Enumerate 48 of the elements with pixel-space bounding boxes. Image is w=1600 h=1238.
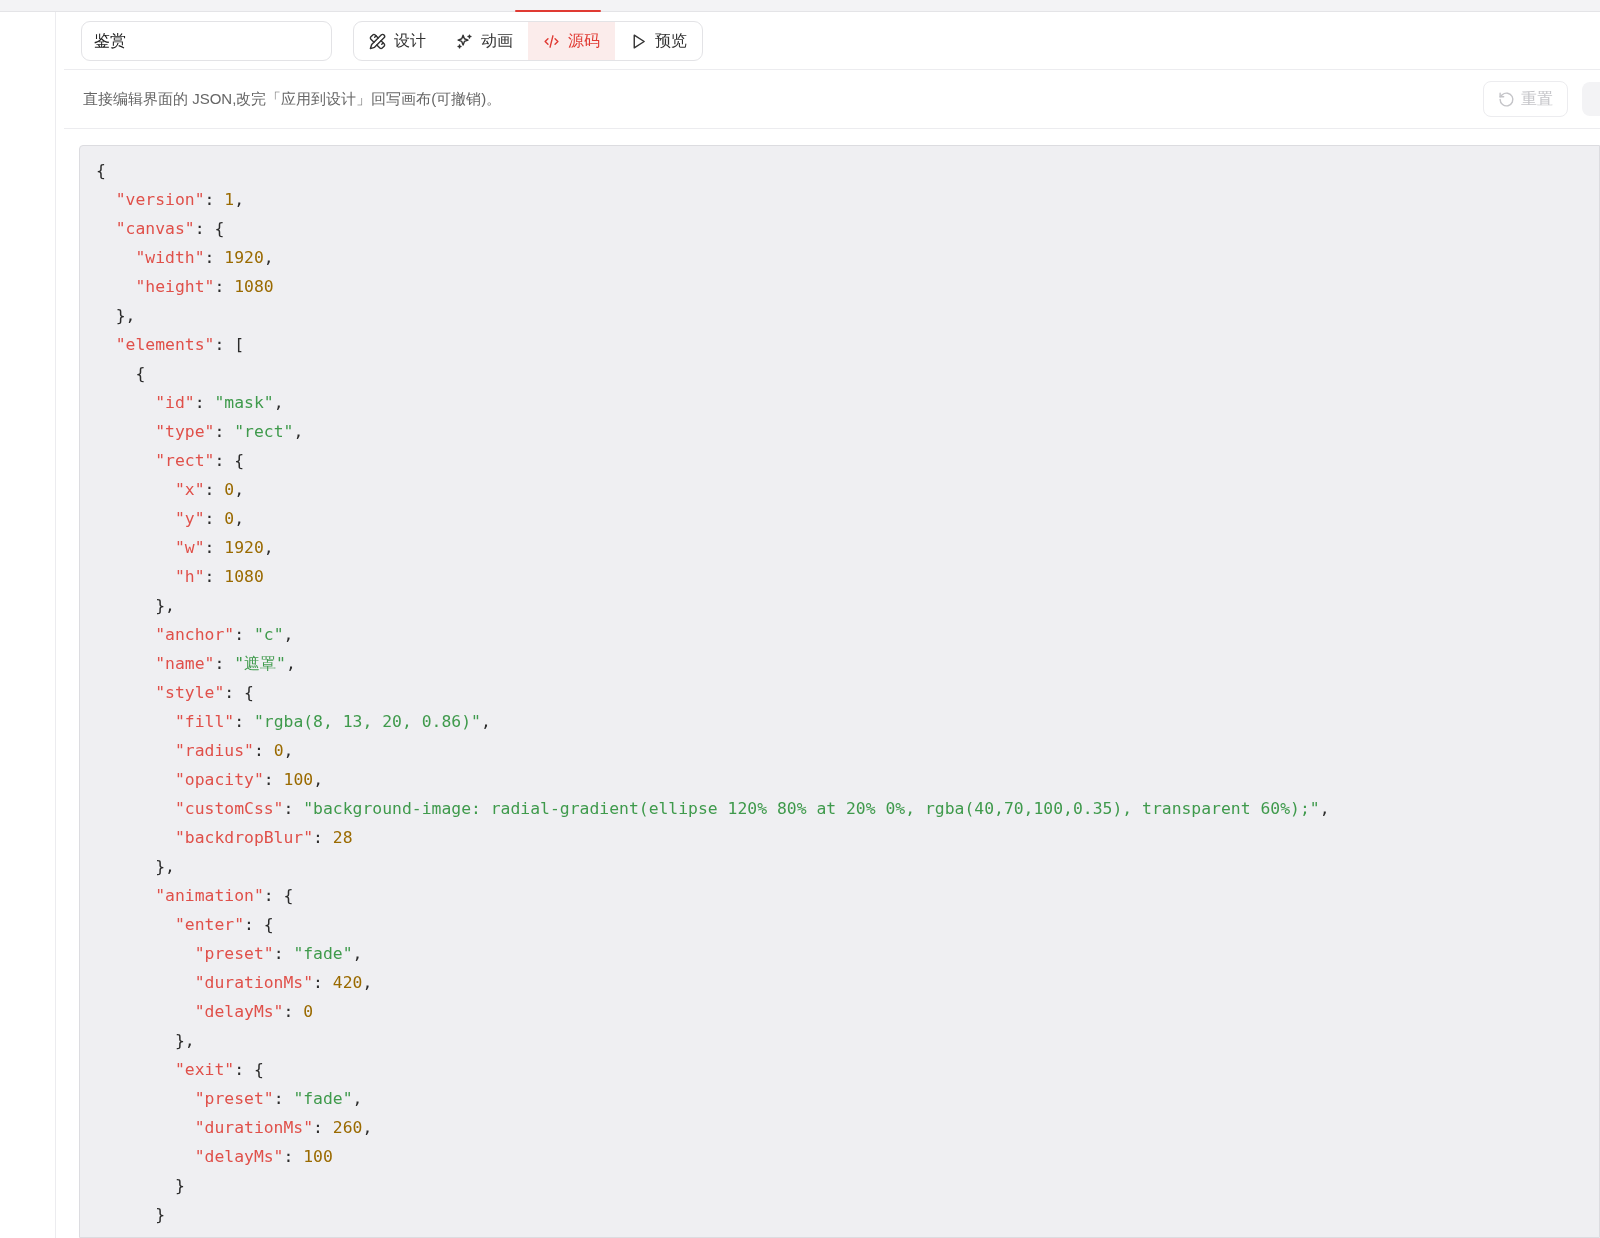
code-line: "durationMs": 420, <box>193 972 373 994</box>
code-line: }, <box>114 305 136 327</box>
code-line: "y": 0, <box>173 508 245 530</box>
code-line: { <box>96 160 106 182</box>
name-input-field[interactable]: 鉴赏 <box>81 21 332 61</box>
code-line: "anchor": "c", <box>154 624 294 646</box>
code-line: } <box>154 1204 166 1226</box>
code-line: "w": 1920, <box>173 537 274 559</box>
code-line: "height": 1080 <box>134 276 274 298</box>
code-line: "rect": { <box>154 450 245 472</box>
code-line: "canvas": { <box>114 218 225 240</box>
code-line: "opacity": 100, <box>173 769 323 791</box>
code-icon <box>543 32 560 50</box>
tab[interactable]: 源码 <box>528 22 615 60</box>
code-line: "x": 0, <box>173 479 245 501</box>
code-line: }, <box>154 595 175 617</box>
tab[interactable]: 设计 <box>354 22 441 60</box>
description-text: 直接编辑界面的 JSON,改完「应用到设计」回写画布(可撤销)。 <box>83 89 503 109</box>
code-line: "elements": [ <box>114 334 245 356</box>
code-line: "customCss": "background-image: radial-gradient(ellipse 120% 80% at 20% 0%, rgba(40,70,100,0.35), transparent 60%);", <box>173 798 1330 820</box>
code-line: "width": 1920, <box>134 247 274 269</box>
code-line: "fill": "rgba(8, 13, 20, 0.86)", <box>173 711 491 733</box>
code-line: "enter": { <box>173 914 274 936</box>
code-line: }, <box>173 1030 195 1052</box>
code-line: "delayMs": 0 <box>193 1001 314 1023</box>
code-line: "exit": { <box>173 1059 264 1081</box>
tab[interactable]: 动画 <box>441 22 528 60</box>
code-line: { <box>134 363 146 385</box>
code-editor[interactable] <box>79 145 1600 1238</box>
code-line: "durationMs": 260, <box>193 1117 373 1139</box>
code-line: "type": "rect", <box>154 421 304 443</box>
undo-icon <box>1498 90 1515 108</box>
code-line: "backdropBlur": 28 <box>173 827 353 849</box>
code-line: }, <box>154 856 175 878</box>
code-line: "delayMs": 100 <box>193 1146 333 1168</box>
code-line: "animation": { <box>154 885 294 907</box>
code-line: } <box>173 1175 185 1197</box>
code-line: "preset": "fade", <box>193 1088 363 1110</box>
tab[interactable]: 预览 <box>615 22 702 60</box>
code-line: "version": 1, <box>114 189 245 211</box>
sparkles-icon <box>456 32 473 50</box>
code-line: "radius": 0, <box>173 740 294 762</box>
code-line: "preset": "fade", <box>193 943 363 965</box>
code-line: "style": { <box>154 682 254 704</box>
code-line: "id": "mask", <box>154 392 284 414</box>
code-line: "name": "遮罩", <box>154 653 296 675</box>
pencil-ruler-icon <box>369 32 386 50</box>
code-line: "h": 1080 <box>173 566 264 588</box>
